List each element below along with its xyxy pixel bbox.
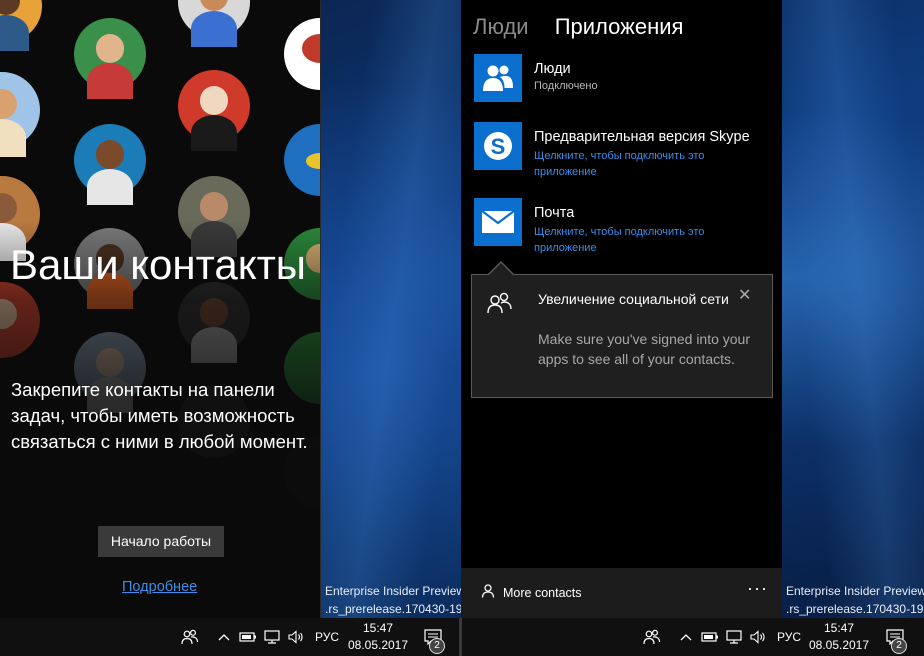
build-watermark: Enterprise Insider Preview .rs_prereleas… xyxy=(786,582,924,618)
build-watermark: Enterprise Insider Preview .rs_prereleas… xyxy=(325,582,476,618)
input-language[interactable]: РУС xyxy=(312,618,342,656)
tab-apps[interactable]: Приложения xyxy=(555,14,684,40)
people-taskbar-icon[interactable] xyxy=(178,618,202,656)
mail-icon xyxy=(474,198,522,246)
person-icon xyxy=(481,584,495,601)
social-network-tip: Увеличение социальной сети Make sure you… xyxy=(471,274,773,398)
people-taskbar-icon[interactable] xyxy=(640,618,664,656)
get-started-button[interactable]: Начало работы xyxy=(98,526,224,557)
app-row-mail[interactable]: Почта Щелкните, чтобы подключить это при… xyxy=(474,198,774,254)
chevron-up-icon[interactable] xyxy=(678,618,694,656)
battery-icon[interactable] xyxy=(700,618,720,656)
skype-icon: S xyxy=(474,122,522,170)
svg-text:S: S xyxy=(491,134,506,159)
app-row-skype[interactable]: S Предварительная версия Skype Щелкните,… xyxy=(474,122,774,178)
onboarding-description: Закрепите контакты на панели задач, чтоб… xyxy=(11,379,308,452)
contact-avatar xyxy=(284,124,320,196)
app-name: Люди xyxy=(534,61,571,77)
people-tabs: Люди Приложения xyxy=(473,14,703,40)
app-status: Подключено xyxy=(534,80,598,92)
contact-avatar xyxy=(178,0,250,47)
app-row-people[interactable]: Люди Подключено xyxy=(474,54,774,106)
input-language[interactable]: РУС xyxy=(774,618,804,656)
network-icon[interactable] xyxy=(724,618,744,656)
people-onboarding-panel: Ваши контакты Закрепите контакты на пане… xyxy=(0,0,321,618)
tab-people[interactable]: Люди xyxy=(473,14,529,40)
app-name: Предварительная версия Skype xyxy=(534,129,750,145)
contact-avatar xyxy=(0,0,42,51)
more-contacts-button[interactable]: More contacts xyxy=(481,584,582,601)
connect-app-link[interactable]: Щелкните, чтобы подключить это приложени… xyxy=(534,148,754,180)
clock-time: 15:47 xyxy=(362,621,394,635)
screenshot-divider xyxy=(459,618,462,656)
close-icon[interactable]: ✕ xyxy=(738,285,751,305)
app-name: Почта xyxy=(534,205,575,221)
wallpaper-light-beam xyxy=(767,0,924,618)
learn-more-link[interactable]: Подробнее xyxy=(122,579,197,595)
more-contacts-label: More contacts xyxy=(503,585,582,600)
clock[interactable]: 15:47 08.05.2017 xyxy=(343,620,413,654)
watermark-line-1: Enterprise Insider Preview xyxy=(786,584,924,598)
contact-avatar xyxy=(74,18,146,99)
notification-count-badge: 2 xyxy=(429,638,445,654)
tip-title: Увеличение социальной сети xyxy=(538,291,729,307)
flyout-footer: More contacts ··· xyxy=(461,568,782,618)
connect-app-link[interactable]: Щелкните, чтобы подключить это приложени… xyxy=(534,224,754,256)
clock-time: 15:47 xyxy=(823,621,855,635)
chevron-up-icon[interactable] xyxy=(216,618,232,656)
notification-count-badge: 2 xyxy=(891,638,907,654)
volume-icon[interactable] xyxy=(286,618,306,656)
contact-avatar xyxy=(0,72,40,158)
volume-icon[interactable] xyxy=(748,618,768,656)
onboarding-title: Ваши контакты xyxy=(10,241,306,288)
battery-icon[interactable] xyxy=(238,618,258,656)
clock[interactable]: 15:47 08.05.2017 xyxy=(804,620,874,654)
contact-avatar xyxy=(74,124,146,205)
contact-avatar xyxy=(178,70,250,151)
clock-date: 08.05.2017 xyxy=(347,638,409,652)
contact-avatar xyxy=(284,18,320,90)
tip-body: Make sure you've signed into your apps t… xyxy=(538,331,751,367)
network-icon[interactable] xyxy=(262,618,282,656)
watermark-line-2: .rs_prerelease.170430-1928 xyxy=(325,602,476,616)
taskbar: РУС 15:47 08.05.2017 2 РУС 15:47 08.05.2… xyxy=(0,618,924,656)
people-app-icon xyxy=(474,54,522,102)
clock-date: 08.05.2017 xyxy=(808,638,870,652)
people-icon xyxy=(486,291,514,320)
watermark-line-2: .rs_prerelease.170430-1928 xyxy=(786,602,924,616)
tooltip-arrow-fill xyxy=(488,263,514,276)
watermark-line-1: Enterprise Insider Preview xyxy=(325,584,466,598)
more-options-button[interactable]: ··· xyxy=(747,578,768,599)
